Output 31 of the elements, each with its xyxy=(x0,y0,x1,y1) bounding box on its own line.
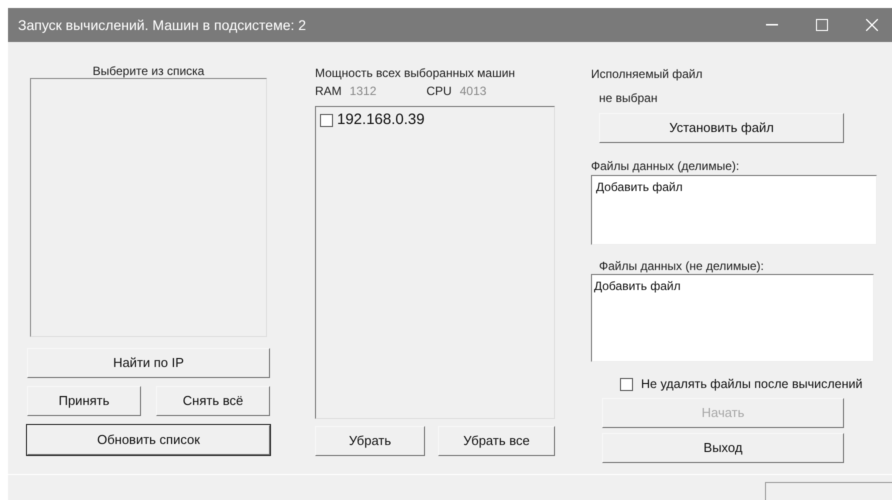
keep-files-checkbox[interactable] xyxy=(620,378,633,390)
executable-label: Исполняемый файл xyxy=(591,66,704,81)
list-label: Выберите из списка xyxy=(92,63,206,78)
power-label: Мощность всех выборанных машин xyxy=(315,65,516,80)
cpu-value: 4013 xyxy=(460,83,486,100)
set-file-button[interactable]: Установить файл xyxy=(599,113,844,143)
executable-value: не выбран xyxy=(599,90,658,105)
refresh-list-button[interactable]: Обновить список xyxy=(27,425,270,455)
nondivisible-files-list[interactable]: Добавить файл xyxy=(591,274,874,362)
maximize-icon[interactable] xyxy=(816,19,828,31)
remove-all-button[interactable]: Убрать все xyxy=(438,426,555,456)
find-by-ip-button[interactable]: Найти по IP xyxy=(27,348,270,378)
exit-button[interactable]: Выход xyxy=(602,433,844,463)
accept-button[interactable]: Принять xyxy=(27,386,141,416)
window-title: Запуск вычислений. Машин в подсистеме: 2 xyxy=(17,16,308,35)
list-item[interactable]: Добавить файл xyxy=(596,178,876,194)
ram-label: RAM xyxy=(315,83,342,100)
machine-address[interactable]: 192.168.0.39 xyxy=(337,108,425,132)
divisible-files-list[interactable]: Добавить файл xyxy=(591,175,877,245)
keep-files-label[interactable]: Не удалять файлы после вычислений xyxy=(641,374,862,394)
minimize-icon[interactable] xyxy=(766,24,778,26)
ram-value: 1312 xyxy=(350,83,376,100)
remove-button[interactable]: Убрать xyxy=(315,426,425,456)
cpu-label: CPU xyxy=(426,83,452,100)
list-item[interactable]: Добавить файл xyxy=(594,277,873,293)
divisible-files-label: Файлы данных (делимые): xyxy=(591,158,740,173)
machine-checkbox[interactable] xyxy=(320,114,333,126)
selected-machine-list[interactable]: 192.168.0.39 xyxy=(315,106,555,419)
clear-all-button[interactable]: Снять всё xyxy=(156,386,270,416)
nondivisible-files-label: Файлы данных (не делимые): xyxy=(599,258,765,273)
close-icon[interactable] xyxy=(866,19,878,31)
